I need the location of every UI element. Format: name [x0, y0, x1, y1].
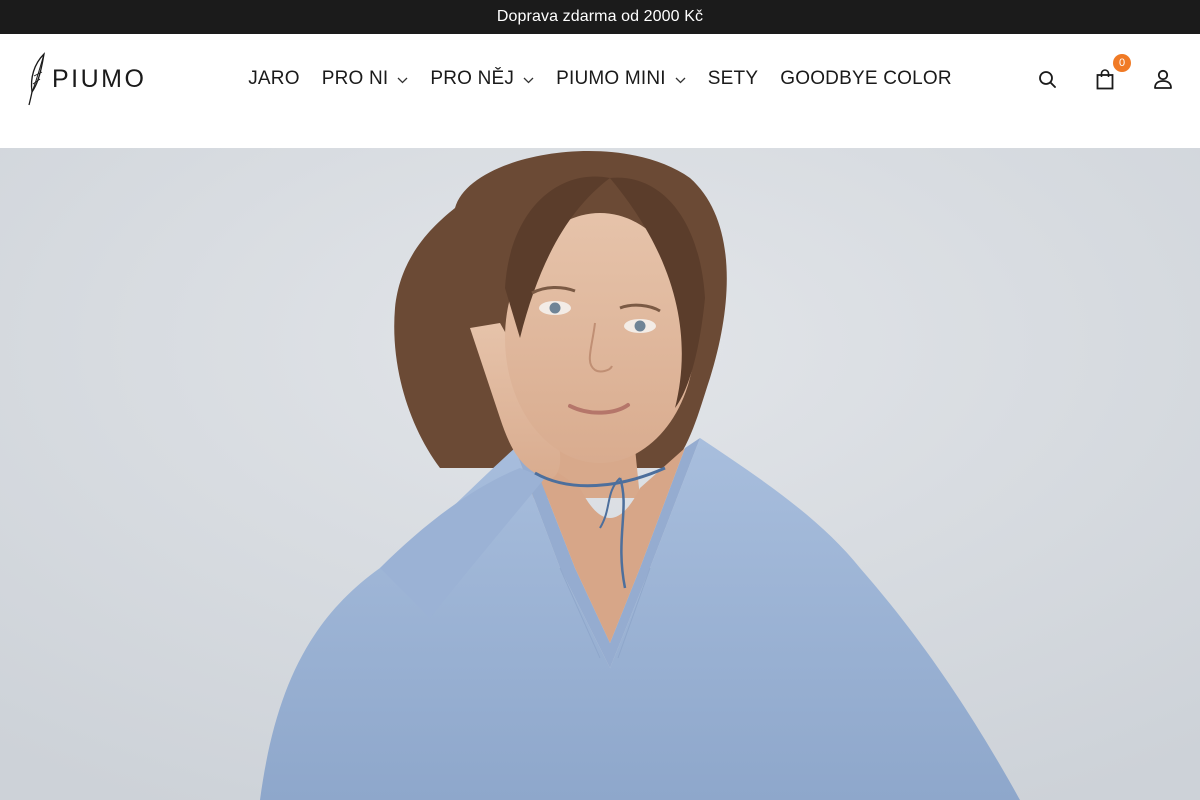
nav-item-sety[interactable]: SETY	[708, 68, 758, 90]
chevron-down-icon	[397, 77, 408, 83]
user-icon	[1154, 69, 1172, 89]
shopping-bag-icon	[1096, 68, 1114, 89]
nav-item-pro-nej[interactable]: PRO NĚJ	[430, 68, 534, 90]
hero-banner[interactable]	[0, 148, 1200, 800]
search-button[interactable]	[1036, 68, 1058, 90]
account-button[interactable]	[1152, 68, 1174, 90]
nav-item-label: PIUMO MINI	[556, 68, 666, 89]
nav-item-goodbye-color[interactable]: GOODBYE COLOR	[780, 68, 952, 90]
brand-logo[interactable]: PIUMO	[28, 52, 154, 106]
header-actions: 0	[1036, 54, 1174, 94]
nav-item-jaro[interactable]: JARO	[248, 68, 299, 90]
nav-item-label: PRO NI	[321, 68, 389, 89]
cart-count-badge: 0	[1113, 54, 1131, 72]
brand-name: PIUMO	[52, 64, 147, 93]
nav-item-label: PRO NĚJ	[430, 68, 515, 89]
nav-item-pro-ni[interactable]: PRO NI	[322, 68, 409, 90]
nav-item-label: SETY	[707, 68, 759, 89]
chevron-down-icon	[675, 77, 686, 83]
chevron-down-icon	[523, 77, 534, 83]
main-nav: JARO PRO NI PRO NĚJ PIUMO MINI SETY GOOD…	[0, 64, 1200, 94]
nav-item-label: GOODBYE COLOR	[780, 68, 952, 89]
search-icon	[1038, 70, 1056, 88]
hero-image	[0, 148, 1200, 800]
nav-item-piumo-mini[interactable]: PIUMO MINI	[556, 68, 686, 90]
announcement-text: Doprava zdarma od 2000 Kč	[496, 8, 704, 25]
nav-item-label: JARO	[248, 68, 300, 89]
feather-icon	[28, 52, 45, 106]
cart-button[interactable]: 0	[1094, 54, 1131, 90]
announcement-bar: Doprava zdarma od 2000 Kč	[0, 0, 1200, 34]
site-header: PIUMO JARO PRO NI PRO NĚJ PIUMO MINI SET…	[0, 34, 1200, 148]
